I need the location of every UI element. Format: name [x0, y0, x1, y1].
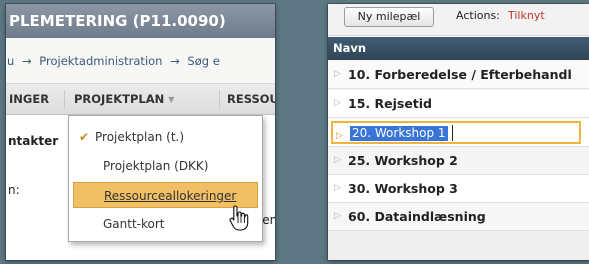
new-milestone-button[interactable]: Ny milepæl	[344, 7, 434, 27]
chevron-down-icon: ▼	[168, 95, 175, 104]
text-cursor	[452, 125, 453, 141]
column-header-navn[interactable]: Navn	[328, 37, 589, 60]
projektplan-dropdown-menu: ✔ Projektplan (t.) Projektplan (DKK) Ress…	[68, 115, 263, 242]
milestone-name-input[interactable]: ▷ 20. Workshop 1	[331, 121, 581, 144]
tab-projektplan-label: PROJEKTPLAN	[74, 92, 165, 106]
tab-divider	[64, 90, 65, 109]
breadcrumb-item-soeg[interactable]: Søg e	[187, 54, 219, 68]
expand-triangle-icon[interactable]: ▷	[334, 90, 341, 117]
menu-item-label: Projektplan (t.)	[95, 130, 185, 144]
expand-triangle-icon[interactable]: ▷	[334, 203, 341, 230]
project-title: PLEMETERING (P11.0090)	[6, 4, 275, 38]
tab-projektplan[interactable]: PROJEKTPLAN ▼	[68, 84, 192, 114]
project-menu-panel: PLEMETERING (P11.0090) u → Projektadmini…	[6, 4, 275, 260]
menu-item-projektplan-dkk[interactable]: Projektplan (DKK)	[73, 153, 258, 179]
checkmark-icon: ✔	[79, 130, 90, 144]
tab-ressourcer[interactable]: RESSOUR	[224, 84, 275, 114]
contacts-heading: ntakter	[8, 134, 59, 148]
tab-partial[interactable]: INGER	[6, 84, 52, 114]
expand-triangle-icon[interactable]: ▷	[334, 147, 341, 174]
breadcrumb: u → Projektadministration → Søg e	[6, 38, 275, 84]
toolbar: Ny milepæl Actions: Tilknyt	[328, 4, 589, 36]
selected-text: 20. Workshop 1	[350, 126, 448, 141]
list-item-editing[interactable]: ▷ 20. Workshop 1	[328, 119, 589, 147]
list-item[interactable]: ▷ 15. Rejsetid	[328, 90, 589, 118]
menu-item-projektplan-timer[interactable]: ✔ Projektplan (t.)	[73, 124, 258, 150]
list-item-label: 15. Rejsetid	[348, 96, 433, 111]
list-empty-area	[328, 231, 589, 260]
hand-pointer-cursor-icon	[229, 205, 249, 231]
list-item[interactable]: ▷ 60. Dataindlæsning	[328, 203, 589, 231]
list-item[interactable]: ▷ 30. Workshop 3	[328, 175, 589, 203]
field-label: n:	[8, 183, 20, 197]
expand-triangle-icon[interactable]: ▷	[334, 61, 341, 88]
main-tab-bar: INGER PROJEKTPLAN▼ RESSOUR	[6, 84, 275, 115]
actions-label: Actions:	[456, 9, 500, 22]
list-item-label: 30. Workshop 3	[348, 181, 458, 196]
list-item-label: 10. Forberedelse / Efterbehandl	[348, 67, 572, 82]
list-item[interactable]: ▷ 25. Workshop 2	[328, 147, 589, 175]
actions-link-tilknyt[interactable]: Tilknyt	[508, 9, 545, 22]
list-item-label: 60. Dataindlæsning	[348, 209, 486, 224]
breadcrumb-item-projektadministration[interactable]: Projektadministration	[39, 54, 162, 68]
list-item[interactable]: ▷ 10. Forberedelse / Efterbehandl	[328, 61, 589, 89]
breadcrumb-arrow-icon: →	[170, 54, 180, 68]
expand-triangle-icon[interactable]: ▷	[334, 175, 341, 202]
expand-triangle-icon[interactable]: ▷	[336, 123, 343, 150]
milestone-list-panel: Ny milepæl Actions: Tilknyt Navn ▷ 10. F…	[328, 4, 589, 260]
breadcrumb-arrow-icon: →	[21, 54, 32, 68]
list-item-label: 25. Workshop 2	[348, 153, 458, 168]
breadcrumb-item[interactable]: u	[7, 54, 14, 68]
tab-divider	[219, 90, 220, 109]
